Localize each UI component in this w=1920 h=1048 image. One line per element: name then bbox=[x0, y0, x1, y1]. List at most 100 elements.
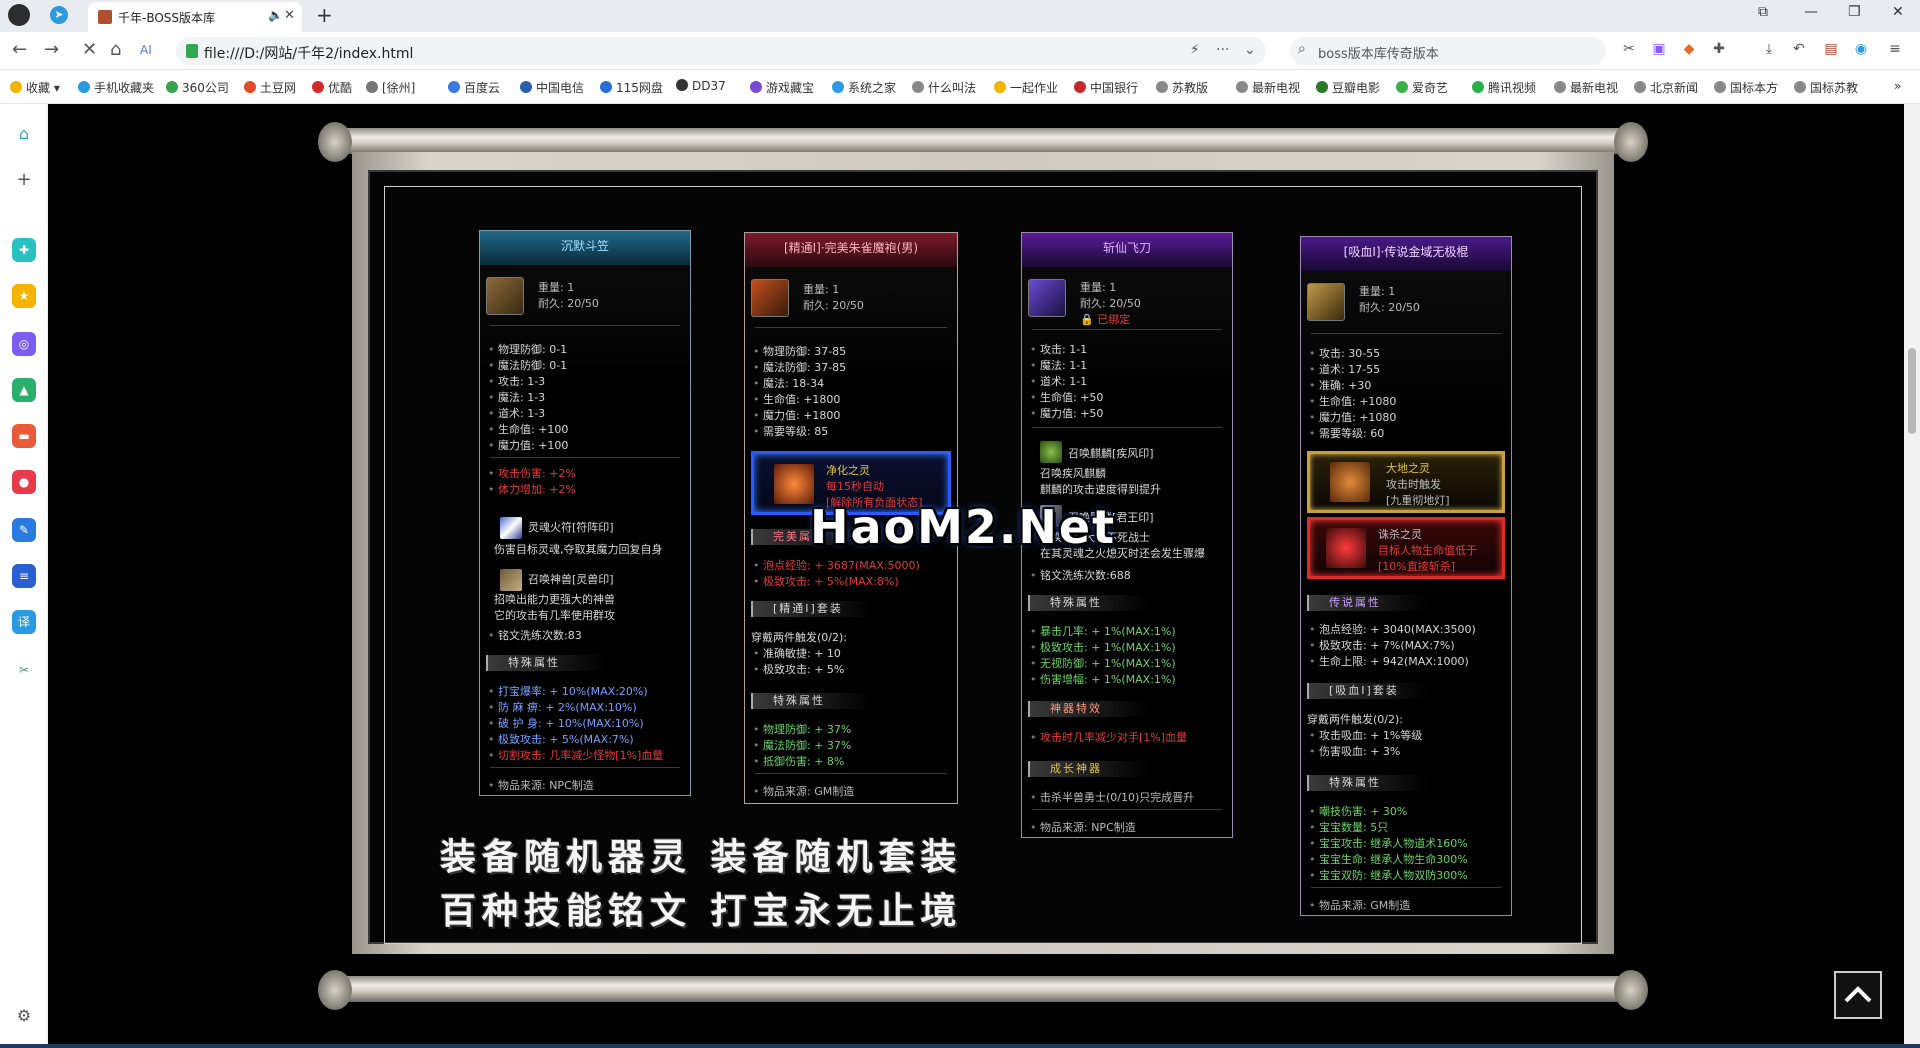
home-sidebar-icon[interactable]: ⌂ bbox=[12, 122, 36, 146]
ai-write-icon[interactable]: ✎ bbox=[12, 518, 36, 542]
close-tab-icon[interactable]: ✕ bbox=[284, 8, 295, 23]
puzzle-icon[interactable]: ✚ bbox=[1710, 41, 1728, 59]
bookmark-item[interactable]: 国标本方 bbox=[1714, 79, 1778, 96]
back-to-top-button[interactable] bbox=[1834, 971, 1882, 1019]
spirit-name: 大地之灵 bbox=[1386, 462, 1430, 475]
browser-logo-icon[interactable]: ◉ bbox=[1852, 41, 1870, 59]
favorites-icon[interactable]: ★ bbox=[12, 284, 36, 308]
url-bar[interactable]: file:///D:/网站/千年2/index.html ⚡ ··· ⌄ bbox=[176, 37, 1266, 65]
item-card-staff[interactable]: [吸血Ⅰ]·传说金域无极棍 重量: 1 耐久: 20/50 • 攻击: 30-5… bbox=[1300, 236, 1512, 916]
bookmark-item[interactable]: 收藏 ▾ bbox=[10, 79, 60, 96]
new-tab-button[interactable]: + bbox=[316, 3, 333, 27]
ai-video-icon[interactable]: ● bbox=[12, 470, 36, 494]
tab-search-icon[interactable]: ⧉ bbox=[1758, 4, 1768, 20]
extension-purple-icon[interactable]: ▣ bbox=[1650, 41, 1668, 59]
bookmark-item[interactable]: 国标苏教 bbox=[1794, 79, 1858, 96]
extension-orange-icon[interactable]: ◆ bbox=[1680, 41, 1698, 59]
bonus-line: • 体力增加: +2% bbox=[488, 483, 576, 496]
set-line: • 极致攻击: + 5% bbox=[753, 663, 845, 676]
app-icon[interactable]: ✚ bbox=[12, 238, 36, 262]
section-header: 特殊属性 bbox=[486, 655, 606, 671]
ai-assistant-icon[interactable]: ◎ bbox=[12, 332, 36, 356]
bookmark-item[interactable]: 什么叫法 bbox=[912, 79, 976, 96]
menu-icon[interactable]: ≡ bbox=[1886, 41, 1904, 59]
ai-doc-icon[interactable]: ▬ bbox=[12, 424, 36, 448]
ai-image-icon[interactable]: ▲ bbox=[12, 378, 36, 402]
speaker-icon[interactable]: 🔈 bbox=[268, 8, 283, 22]
bookmark-item[interactable]: 苏教版 bbox=[1156, 79, 1208, 96]
kill-spirit-icon bbox=[1326, 528, 1366, 568]
back-icon[interactable]: ← bbox=[12, 39, 27, 60]
bound-label: 🔒 已绑定 bbox=[1080, 313, 1131, 326]
restore-icon[interactable]: ❐ bbox=[1848, 4, 1861, 20]
skill-name: 召唤麒麟[疾风印] bbox=[1068, 447, 1154, 460]
bookmark-item[interactable]: 115网盘 bbox=[600, 79, 663, 96]
ai-icon[interactable]: AI bbox=[140, 43, 152, 57]
bookmark-item[interactable]: 百度云 bbox=[448, 79, 500, 96]
bookmark-item[interactable]: 360公司 bbox=[166, 79, 229, 96]
telegram-icon[interactable]: ➤ bbox=[50, 6, 68, 24]
bookmark-item[interactable]: 豆瓣电影 bbox=[1316, 79, 1380, 96]
special-line: • 宝宝攻击: 继承人物道术160% bbox=[1309, 837, 1468, 850]
page-scrollbar[interactable] bbox=[1904, 104, 1920, 1044]
add-icon[interactable]: + bbox=[12, 168, 36, 192]
spirit-line: 每15秒自动 bbox=[826, 480, 884, 493]
bookmarks-overflow-icon[interactable]: » bbox=[1894, 79, 1901, 93]
tab-active[interactable]: 千年-BOSS版本库 🔈 ✕ bbox=[88, 2, 302, 32]
item-card-helmet[interactable]: 沉默斗笠 重量: 1 耐久: 20/50 • 物理防御: 0-1 • 魔法防御:… bbox=[479, 230, 691, 796]
bookmark-item[interactable]: 最新电视 bbox=[1554, 79, 1618, 96]
minimize-icon[interactable]: — bbox=[1804, 4, 1818, 20]
stat-line: • 准确: +30 bbox=[1309, 379, 1372, 392]
download-icon[interactable]: ⤓ bbox=[1760, 41, 1778, 59]
bookmark-item[interactable]: 一起作业 bbox=[994, 79, 1058, 96]
translate-icon[interactable]: 译 bbox=[12, 610, 36, 634]
bookmark-item[interactable]: 最新电视 bbox=[1236, 79, 1300, 96]
bonus-line: • 攻击伤害: +2% bbox=[488, 467, 576, 480]
stat-line: • 攻击: 1-3 bbox=[488, 375, 546, 388]
bookmark-item[interactable]: 系统之家 bbox=[832, 79, 896, 96]
lightning-icon[interactable]: ⚡ bbox=[1190, 42, 1200, 58]
stat-line: • 物理防御: 0-1 bbox=[488, 343, 568, 356]
godeffect-line: • 攻击时几率减少对手[1%]血量 bbox=[1030, 731, 1188, 744]
bookmark-item[interactable]: 手机收藏夹 bbox=[78, 79, 154, 96]
source-line: • 物品来源: NPC制造 bbox=[1030, 821, 1136, 834]
bookmark-item[interactable]: [徐州] bbox=[366, 79, 415, 96]
dropdown-icon[interactable]: ⌄ bbox=[1244, 42, 1256, 58]
set-trigger: 穿戴两件触发(0/2): bbox=[1307, 713, 1403, 726]
settings-icon[interactable]: ⚙ bbox=[12, 1004, 36, 1028]
home-icon[interactable]: ⌂ bbox=[110, 39, 121, 60]
search-box[interactable]: ⌕ boss版本库传奇版本 bbox=[1290, 37, 1606, 65]
notes-icon[interactable]: ≡ bbox=[12, 564, 36, 588]
stat-line: • 生命值: +50 bbox=[1030, 391, 1104, 404]
earth-spirit-icon bbox=[1330, 462, 1370, 502]
bookmark-item[interactable]: 中国银行 bbox=[1074, 79, 1138, 96]
close-window-icon[interactable]: ✕ bbox=[1892, 4, 1904, 20]
stat-line: • 魔力值: +50 bbox=[1030, 407, 1104, 420]
spirit-name: 净化之灵 bbox=[826, 464, 870, 477]
straw-hat-icon bbox=[486, 277, 524, 315]
scissors-icon[interactable]: ✂ bbox=[1620, 41, 1638, 59]
stat-line: • 魔法: 18-34 bbox=[753, 377, 825, 390]
undo-icon[interactable]: ↶ bbox=[1790, 41, 1808, 59]
bookmark-item[interactable]: 游戏藏宝 bbox=[750, 79, 814, 96]
set-line: • 攻击吸血: + 1%等级 bbox=[1309, 729, 1423, 742]
more-icon[interactable]: ··· bbox=[1216, 42, 1229, 58]
scissors-sidebar-icon[interactable]: ✂ bbox=[12, 658, 36, 682]
scrollbar-thumb[interactable] bbox=[1908, 348, 1916, 434]
item-title: [吸血Ⅰ]·传说金域无极棍 bbox=[1301, 237, 1511, 271]
forward-icon[interactable]: → bbox=[44, 39, 59, 60]
bookmark-item[interactable]: 土豆网 bbox=[244, 79, 296, 96]
bookmark-item[interactable]: DD37 bbox=[676, 79, 726, 93]
bookmark-item[interactable]: 爱奇艺 bbox=[1396, 79, 1448, 96]
refine-line: • 铭文洗练次数:83 bbox=[488, 629, 582, 642]
bookmark-item[interactable]: 中国电信 bbox=[520, 79, 584, 96]
stat-line: • 生命值: +100 bbox=[488, 423, 569, 436]
bookmark-item[interactable]: 优酷 bbox=[312, 79, 352, 96]
spirit-line: 目标人物生命值低于 bbox=[1378, 544, 1477, 557]
stop-icon[interactable]: ✕ bbox=[82, 39, 97, 60]
bag-icon[interactable]: ▤ bbox=[1822, 41, 1840, 59]
bookmark-item[interactable]: 北京新闻 bbox=[1634, 79, 1698, 96]
profile-avatar[interactable] bbox=[8, 4, 30, 26]
item-durability: 耐久: 20/50 bbox=[803, 299, 864, 312]
bookmark-item[interactable]: 腾讯视频 bbox=[1472, 79, 1536, 96]
